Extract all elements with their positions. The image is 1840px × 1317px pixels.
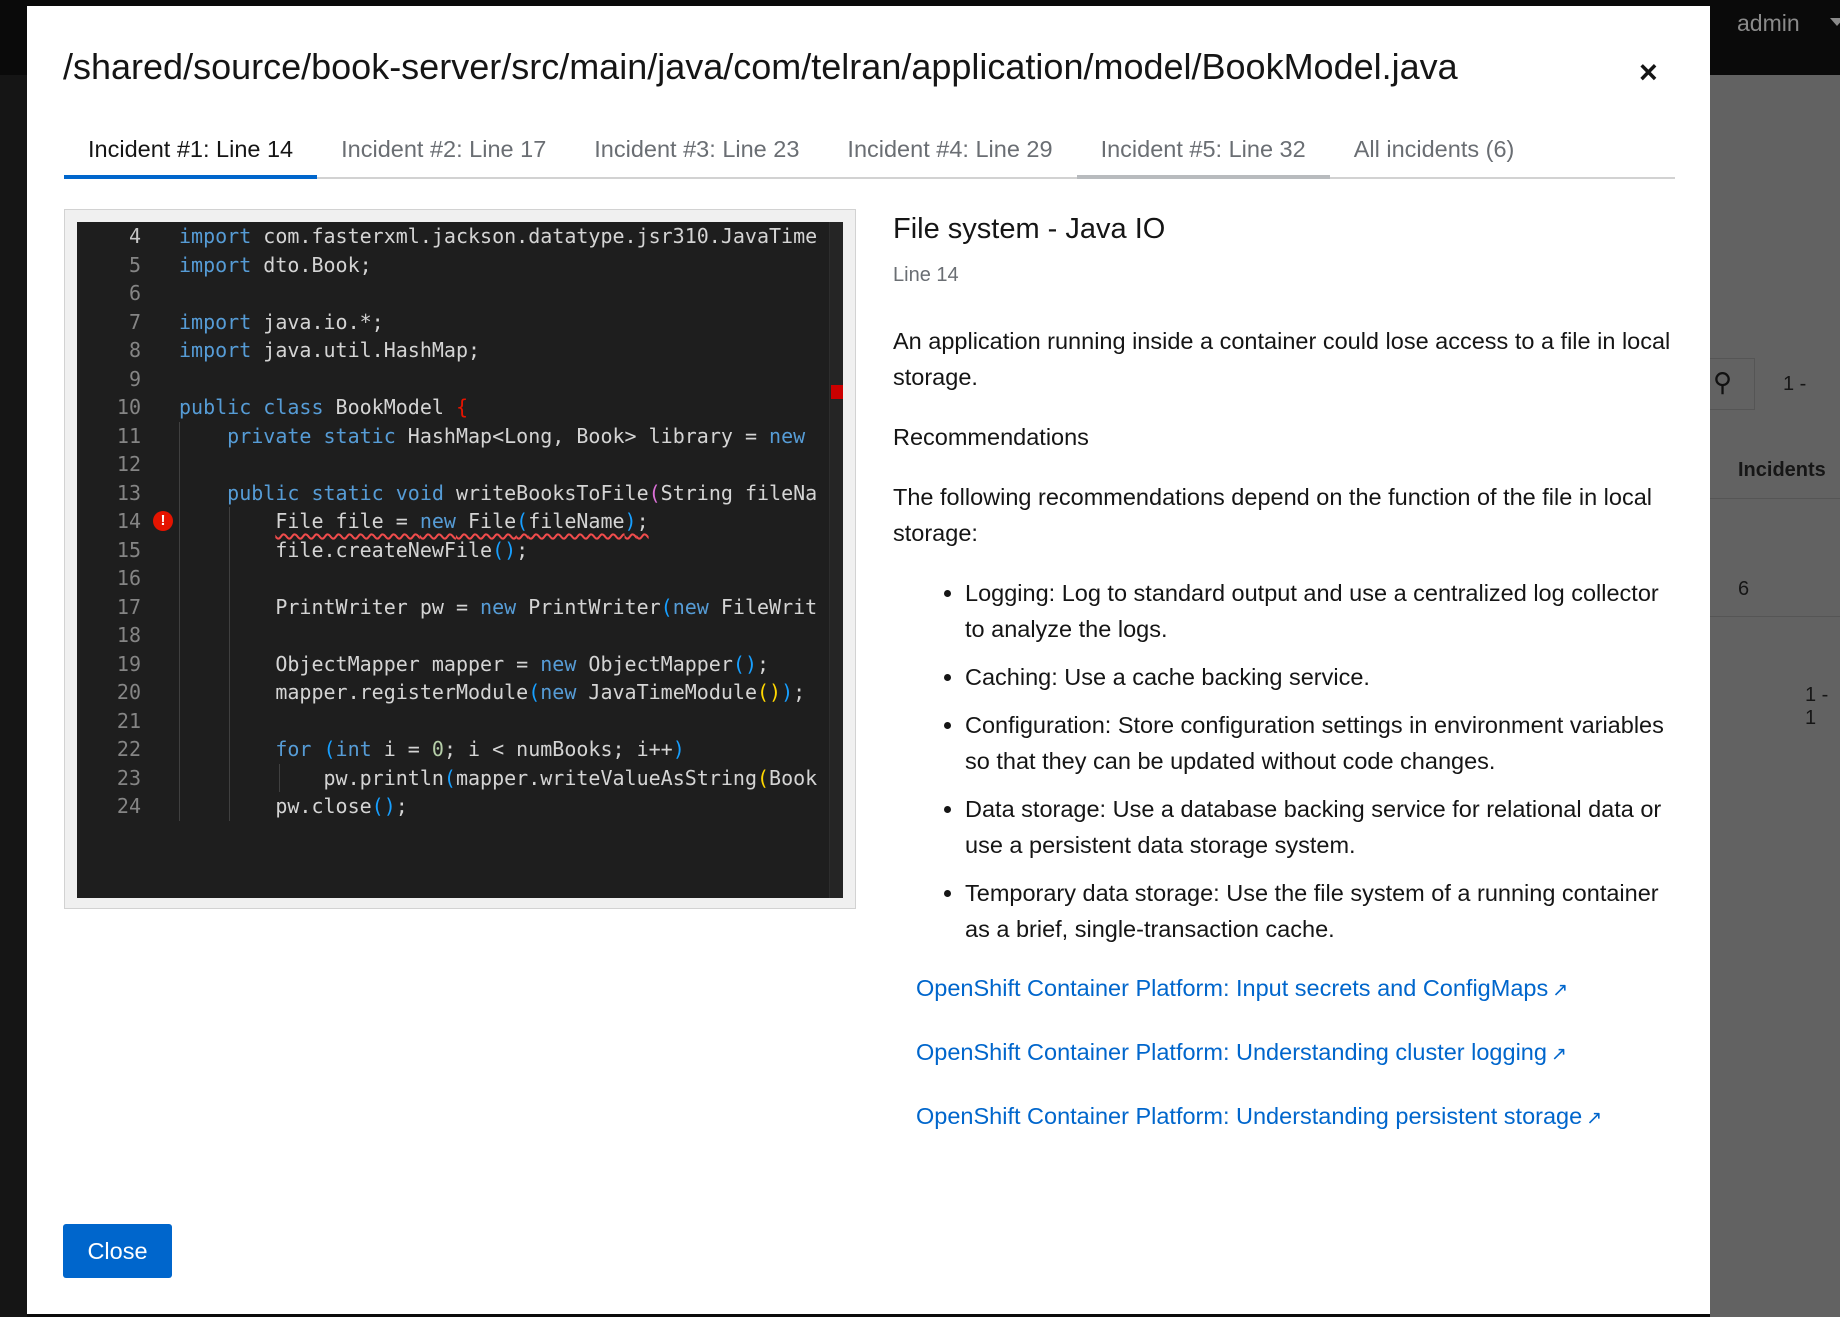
- code-line: pw.println(mapper.writeValueAsString(Boo…: [179, 765, 818, 790]
- tab-incident-5[interactable]: Incident #5: Line 32: [1076, 124, 1330, 179]
- tab-incident-4[interactable]: Incident #4: Line 29: [823, 124, 1076, 179]
- code-line: ObjectMapper mapper = new ObjectMapper()…: [179, 651, 770, 676]
- code-line: import java.util.HashMap;: [179, 338, 481, 362]
- indent-guide: [179, 421, 180, 821]
- line-number: 6: [128, 281, 141, 305]
- close-icon[interactable]: ×: [1639, 54, 1658, 91]
- divider: [1710, 616, 1840, 617]
- line-number: 24: [116, 794, 141, 818]
- external-link-icon: ↗: [1550, 1044, 1567, 1065]
- line-number: 15: [116, 537, 141, 562]
- code-line: public static void writeBooksToFile(Stri…: [227, 480, 818, 505]
- incident-modal: /shared/source/book-server/src/main/java…: [27, 6, 1710, 1314]
- pagination-bottom: 1 - 1: [1805, 684, 1829, 729]
- line-number: 9: [128, 366, 141, 391]
- column-header-incidents[interactable]: Incidents: [1738, 459, 1826, 482]
- code-line: import java.io.*;: [179, 309, 384, 334]
- line-number: 12: [116, 452, 141, 476]
- pagination-top: 1 -: [1783, 373, 1807, 395]
- caret-down-icon: [1830, 18, 1840, 26]
- external-link-icon: ↗: [1552, 980, 1569, 1001]
- error-marker: [831, 385, 843, 399]
- close-button[interactable]: Close: [63, 1224, 172, 1278]
- indent-guide: [279, 763, 280, 792]
- line-number: 16: [116, 566, 141, 590]
- code-line: import dto.Book;: [179, 252, 372, 277]
- line-number: 21: [116, 708, 141, 733]
- link-text: OpenShift Container Platform: Input secr…: [916, 975, 1549, 1001]
- list-item: Data storage: Use a database backing ser…: [965, 791, 1683, 863]
- line-number: 5: [128, 252, 141, 277]
- incident-count: 6: [1738, 578, 1750, 600]
- incident-heading: File system - Java IO: [893, 213, 1166, 245]
- code-viewer: 4 import com.fasterxml.jackson.datatype.j…: [64, 209, 856, 909]
- line-number: 19: [116, 651, 141, 676]
- line-number: 17: [116, 594, 141, 619]
- line-number: 13: [116, 480, 141, 505]
- line-number: 7: [128, 309, 141, 334]
- code-line: import com.fasterxml.jackson.datatype.js…: [179, 224, 818, 248]
- line-number: 4: [128, 224, 141, 248]
- modal-title: /shared/source/book-server/src/main/java…: [63, 46, 1458, 87]
- line-number: 20: [116, 680, 141, 704]
- link-text: OpenShift Container Platform: Understand…: [916, 1103, 1583, 1129]
- incident-tabs: Incident #1: Line 14 Incident #2: Line 1…: [64, 124, 1675, 179]
- line-number: 14: [116, 509, 141, 533]
- recommendations-intro: The following recommendations depend on …: [893, 484, 1652, 546]
- line-number: 10: [116, 395, 141, 419]
- tab-all-incidents[interactable]: All incidents (6): [1330, 124, 1539, 179]
- line-number: 22: [116, 737, 141, 761]
- code-line: mapper.registerModule(new JavaTimeModule…: [179, 680, 806, 704]
- line-number: 8: [128, 338, 141, 362]
- list-item: Temporary data storage: Use the file sys…: [965, 875, 1683, 947]
- recommendations-label: Recommendations: [893, 424, 1089, 450]
- external-link-icon: ↗: [1586, 1108, 1603, 1129]
- link-text: OpenShift Container Platform: Understand…: [916, 1039, 1547, 1065]
- divider: [1710, 498, 1840, 499]
- code-line: File file = new File(fileName);: [275, 509, 649, 533]
- sidebar: [0, 75, 27, 1317]
- list-item: Configuration: Store configuration setti…: [965, 707, 1683, 779]
- code-line: for (int i = 0; i < numBooks; i++): [275, 737, 685, 761]
- list-item: Logging: Log to standard output and use …: [965, 575, 1683, 647]
- link-persistent-storage[interactable]: OpenShift Container Platform: Understand…: [916, 1103, 1683, 1130]
- link-cluster-logging[interactable]: OpenShift Container Platform: Understand…: [916, 1039, 1683, 1066]
- code-line: pw.close();: [179, 794, 408, 818]
- incident-description: An application running inside a containe…: [893, 328, 1671, 390]
- indent-guide: [229, 507, 230, 821]
- tab-incident-1[interactable]: Incident #1: Line 14: [64, 124, 318, 179]
- incident-details: File system - Java IO Line 14 An applica…: [893, 213, 1683, 1167]
- tab-incident-3[interactable]: Incident #3: Line 23: [570, 124, 823, 179]
- code-line: file.createNewFile();: [179, 537, 529, 562]
- code-line: public class BookModel {: [179, 395, 468, 419]
- scrollbar[interactable]: [829, 222, 843, 898]
- error-icon[interactable]: !: [153, 511, 173, 531]
- recommendations-list: Logging: Log to standard output and use …: [965, 575, 1683, 947]
- tab-incident-2[interactable]: Incident #2: Line 17: [317, 124, 570, 179]
- line-number: 23: [116, 765, 141, 790]
- list-item: Caching: Use a cache backing service.: [965, 659, 1683, 695]
- code-line: private static HashMap<Long, Book> libra…: [227, 423, 806, 448]
- code-editor[interactable]: 4 import com.fasterxml.jackson.datatype.j…: [77, 222, 843, 898]
- line-number: 11: [116, 423, 141, 448]
- user-menu[interactable]: admin: [1737, 10, 1800, 37]
- line-number: 18: [116, 623, 141, 647]
- incident-line: Line 14: [893, 264, 959, 286]
- link-secrets-configmaps[interactable]: OpenShift Container Platform: Input secr…: [916, 975, 1683, 1002]
- code-line: PrintWriter pw = new PrintWriter(new Fil…: [179, 594, 818, 619]
